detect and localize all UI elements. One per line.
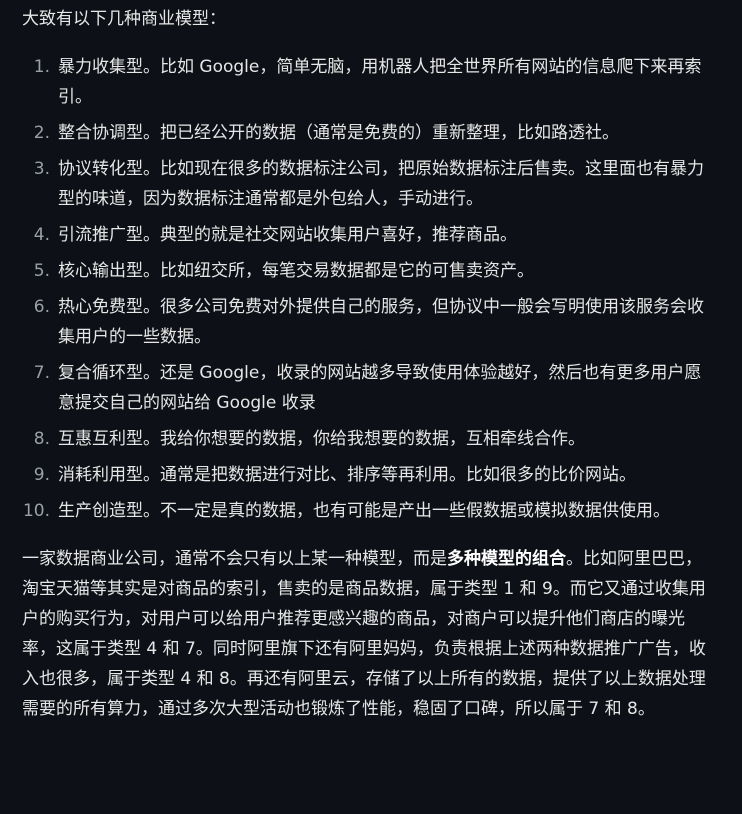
list-number: 5.: [33, 261, 50, 281]
summary-paragraph: 一家数据商业公司，通常不会只有以上某一种模型，而是多种模型的组合。比如阿里巴巴，…: [22, 544, 712, 724]
list-number: 1.: [33, 57, 50, 77]
list-text: 生产创造型。不一定是真的数据，也有可能是产出一些假数据或模拟数据供使用。: [58, 501, 670, 521]
list-number: 4.: [33, 225, 50, 245]
model-list: 1. 暴力收集型。比如 Google，简单无脑，用机器人把全世界所有网站的信息爬…: [22, 52, 720, 526]
list-item: 4. 引流推广型。典型的就是社交网站收集用户喜好，推荐商品。: [22, 220, 720, 250]
list-number: 6.: [33, 297, 50, 317]
list-number: 8.: [33, 429, 50, 449]
list-item: 6. 热心免费型。很多公司免费对外提供自己的服务，但协议中一般会写明使用该服务会…: [22, 292, 720, 352]
list-text: 复合循环型。还是 Google，收录的网站越多导致使用体验越好，然后也有更多用户…: [58, 363, 702, 413]
list-item: 7. 复合循环型。还是 Google，收录的网站越多导致使用体验越好，然后也有更…: [22, 358, 720, 418]
list-item: 2. 整合协调型。把已经公开的数据（通常是免费的）重新整理，比如路透社。: [22, 118, 720, 148]
list-text: 协议转化型。比如现在很多的数据标注公司，把原始数据标注后售卖。这里面也有暴力型的…: [58, 159, 704, 209]
intro-text: 大致有以下几种商业模型：: [22, 9, 226, 29]
summary-text-after: 。比如阿里巴巴，淘宝天猫等其实是对商品的索引，售卖的是商品数据，属于类型 1 和…: [22, 549, 706, 719]
summary-emphasis: 多种模型的组合: [447, 549, 566, 569]
list-text: 消耗利用型。通常是把数据进行对比、排序等再利用。比如很多的比价网站。: [58, 465, 636, 485]
list-item: 1. 暴力收集型。比如 Google，简单无脑，用机器人把全世界所有网站的信息爬…: [22, 52, 720, 112]
list-text: 热心免费型。很多公司免费对外提供自己的服务，但协议中一般会写明使用该服务会收集用…: [58, 297, 704, 347]
list-item: 9. 消耗利用型。通常是把数据进行对比、排序等再利用。比如很多的比价网站。: [22, 460, 720, 490]
article: 大致有以下几种商业模型： 1. 暴力收集型。比如 Google，简单无脑，用机器…: [0, 0, 742, 814]
list-number: 9.: [33, 465, 50, 485]
list-text: 互惠互利型。我给你想要的数据，你给我想要的数据，互相牵线合作。: [58, 429, 585, 449]
list-text: 引流推广型。典型的就是社交网站收集用户喜好，推荐商品。: [58, 225, 517, 245]
list-text: 整合协调型。把已经公开的数据（通常是免费的）重新整理，比如路透社。: [58, 123, 619, 143]
list-item: 3. 协议转化型。比如现在很多的数据标注公司，把原始数据标注后售卖。这里面也有暴…: [22, 154, 720, 214]
list-number: 2.: [33, 123, 50, 143]
list-number: 10.: [22, 501, 50, 521]
list-text: 核心输出型。比如纽交所，每笔交易数据都是它的可售卖资产。: [58, 261, 534, 281]
list-number: 7.: [33, 363, 50, 383]
list-item: 5. 核心输出型。比如纽交所，每笔交易数据都是它的可售卖资产。: [22, 256, 720, 286]
list-number: 3.: [33, 159, 50, 179]
list-item: 10. 生产创造型。不一定是真的数据，也有可能是产出一些假数据或模拟数据供使用。: [22, 496, 720, 526]
list-text: 暴力收集型。比如 Google，简单无脑，用机器人把全世界所有网站的信息爬下来再…: [58, 57, 702, 107]
summary-text-before: 一家数据商业公司，通常不会只有以上某一种模型，而是: [22, 549, 447, 569]
list-item: 8. 互惠互利型。我给你想要的数据，你给我想要的数据，互相牵线合作。: [22, 424, 720, 454]
